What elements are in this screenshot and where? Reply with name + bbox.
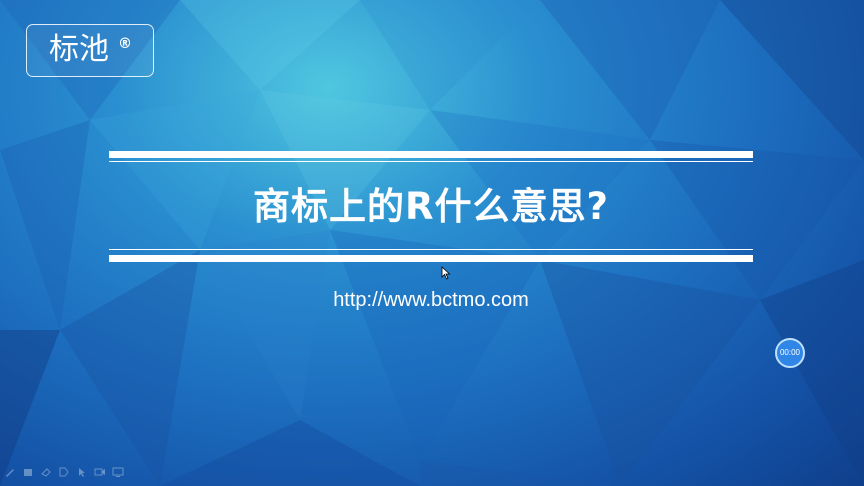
slide-title: 商标上的R什么意思? — [253, 185, 609, 228]
title-rule-top-thick — [109, 151, 753, 158]
mouse-cursor-icon — [441, 266, 451, 280]
brand-logo: 标池 ® — [26, 24, 154, 77]
pen-icon[interactable] — [4, 466, 16, 478]
slide-canvas: 标池 ® 商标上的R什么意思? http://www.bctmo.com 00:… — [0, 0, 864, 486]
highlighter-icon[interactable] — [22, 466, 34, 478]
brand-logo-text: 标池 — [49, 32, 109, 67]
title-rule-bottom-thin — [109, 249, 753, 250]
registered-mark: ® — [118, 36, 132, 52]
eraser-icon[interactable] — [40, 466, 52, 478]
playback-timer-button[interactable]: 00:00 — [775, 338, 805, 368]
presentation-toolbar — [4, 466, 124, 480]
tag-icon[interactable] — [58, 466, 70, 478]
title-rule-top-thin — [109, 161, 753, 162]
title-rule-bottom-thick — [109, 255, 753, 262]
website-url[interactable]: http://www.bctmo.com — [109, 287, 753, 313]
video-icon[interactable] — [94, 466, 106, 478]
screen-icon[interactable] — [112, 466, 124, 478]
pointer-icon[interactable] — [76, 466, 88, 478]
